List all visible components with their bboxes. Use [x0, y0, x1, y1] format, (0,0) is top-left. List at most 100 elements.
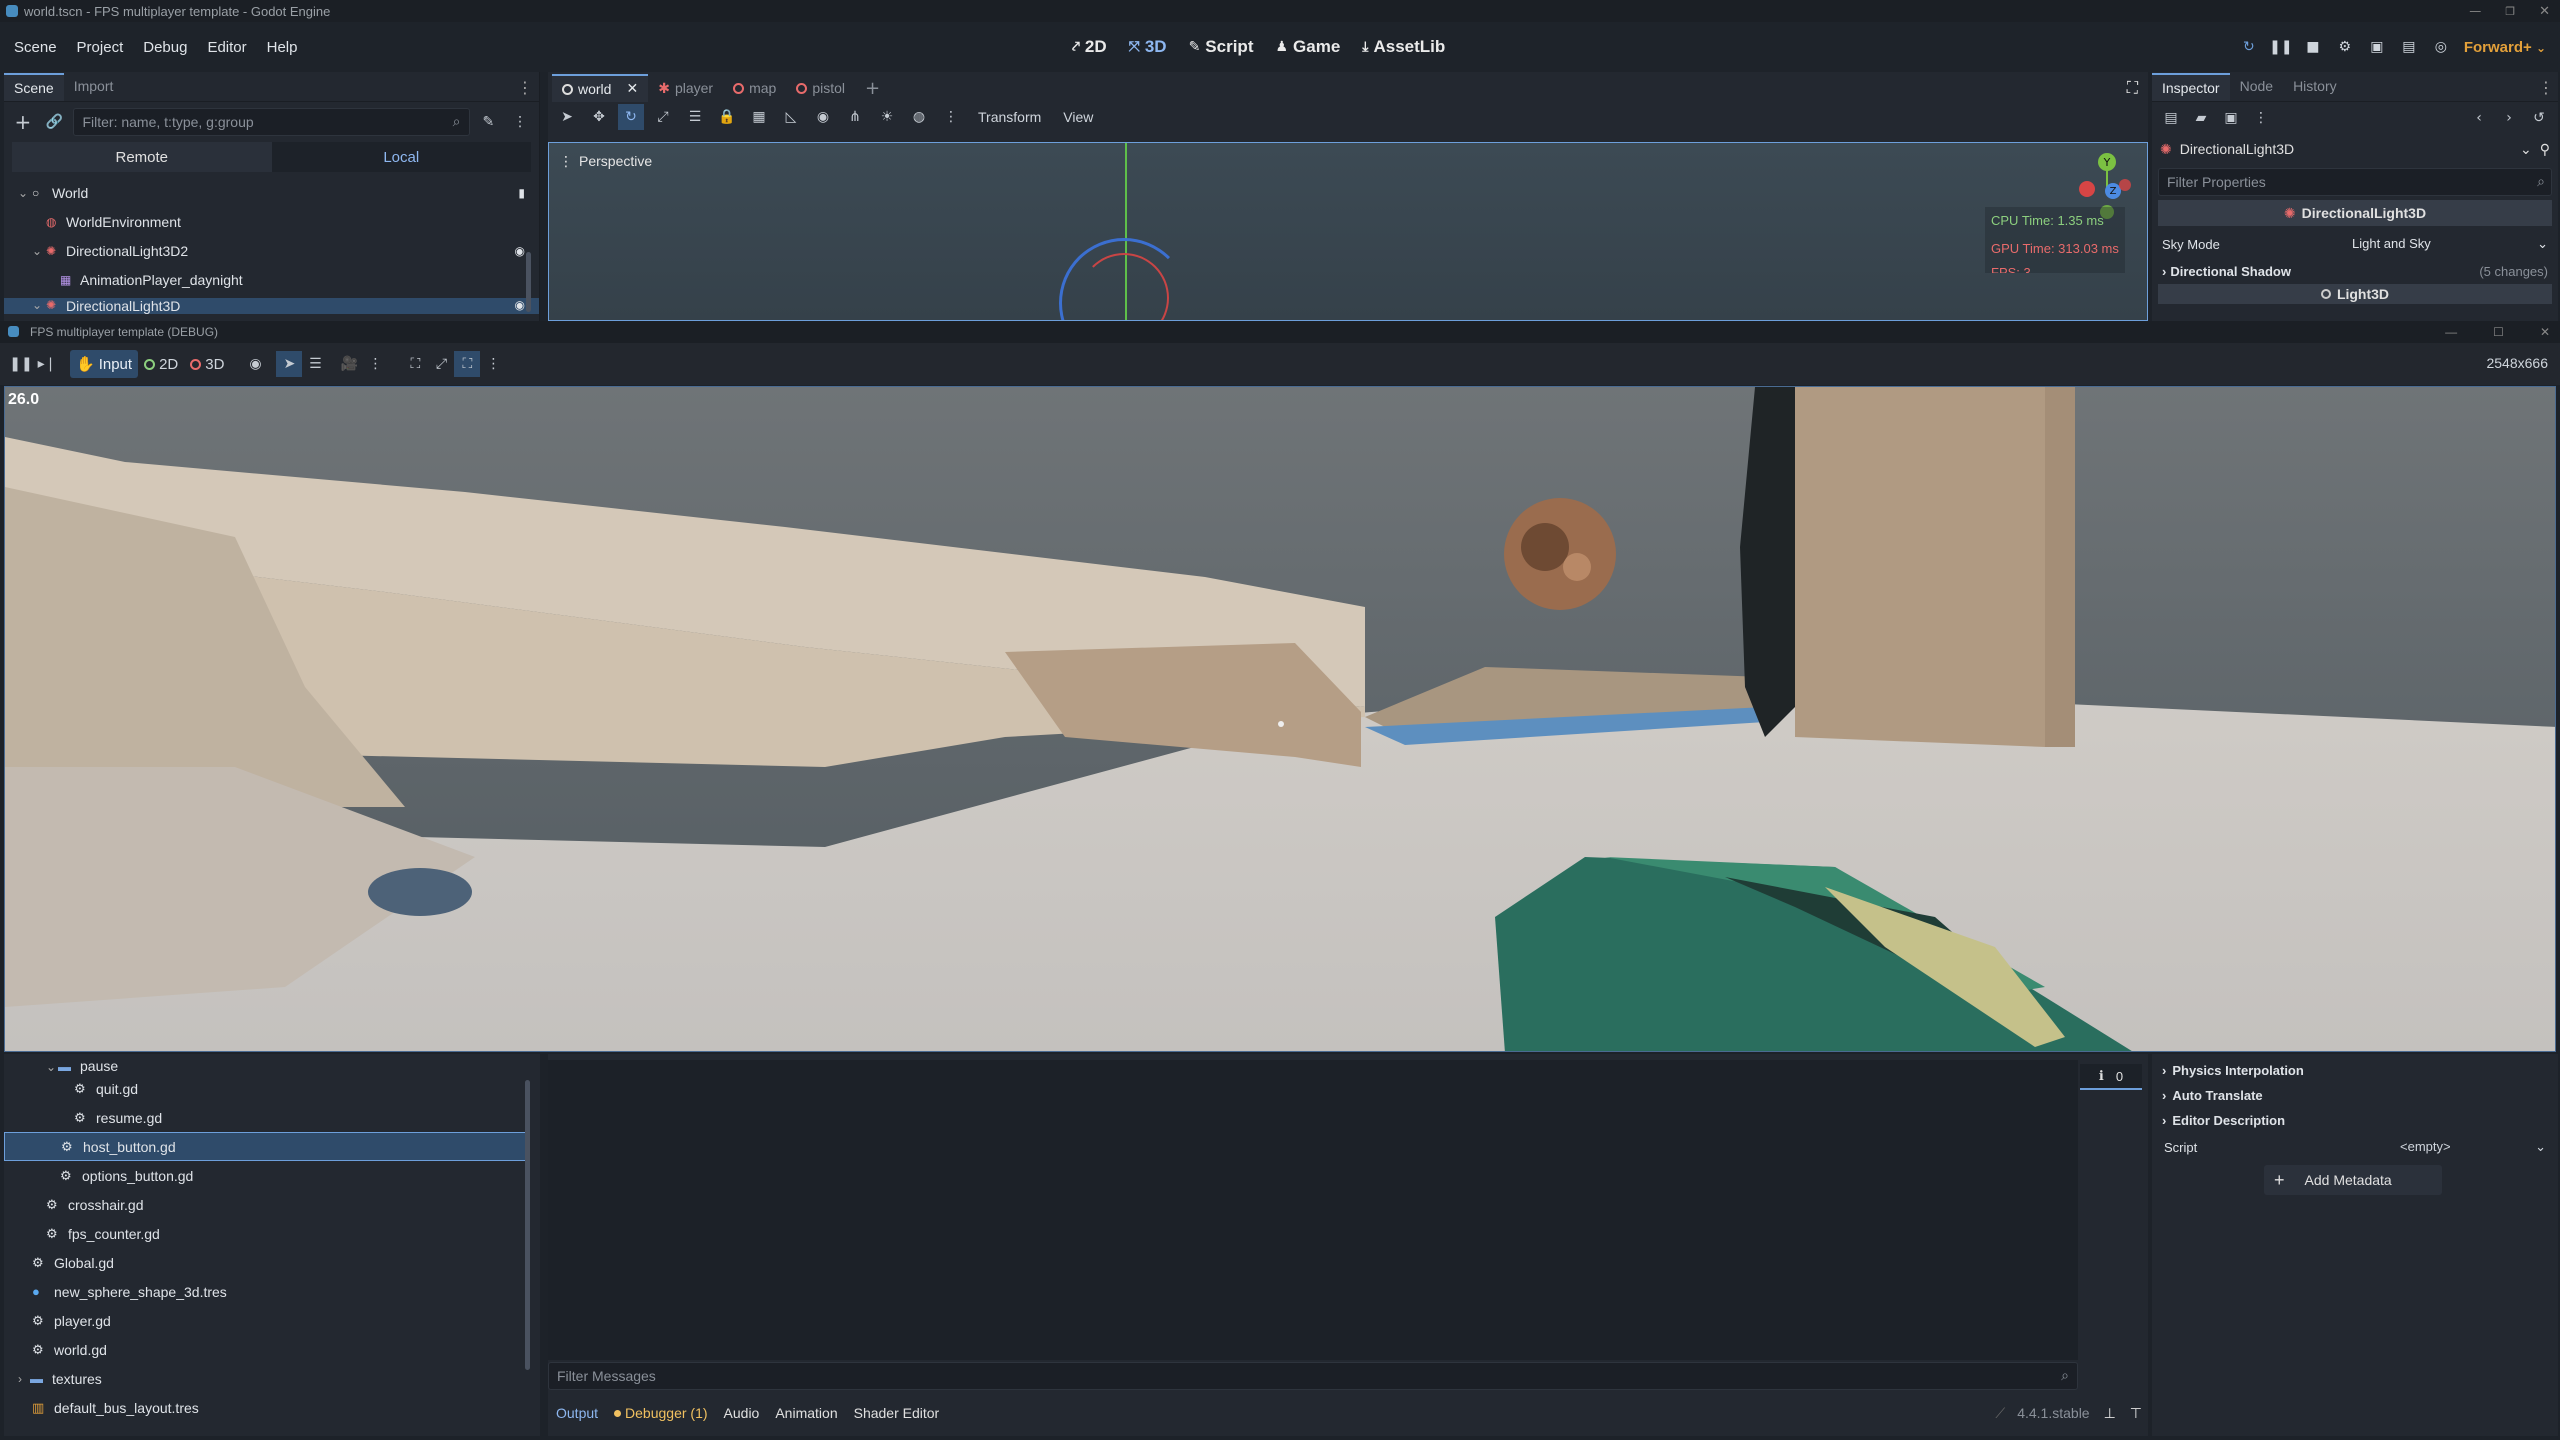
filesystem-file[interactable]: ⚙ world.gd [4, 1335, 540, 1364]
game-viewport[interactable]: 26.0 [4, 386, 2556, 1052]
scene-tree-item[interactable]: ⌄ ○ World ▮ [4, 178, 539, 207]
add-metadata-button[interactable]: + Add Metadata [2264, 1165, 2442, 1195]
menu-project[interactable]: Project [67, 39, 134, 56]
chevron-down-icon[interactable]: ⌄ [32, 298, 46, 312]
lock-icon[interactable]: 🔒 [714, 104, 740, 130]
visibility-eye-icon[interactable]: ◉ [515, 298, 525, 312]
scene-filter-input[interactable]: Filter: name, t:type, g:group ⌕ [73, 108, 470, 136]
local-space-icon[interactable]: ◉ [810, 104, 836, 130]
menu-scene[interactable]: Scene [4, 39, 67, 56]
sky-mode-select[interactable]: Light and Sky ⌄ [2352, 236, 2548, 252]
renderer-select[interactable]: Forward+ ⌄ [2464, 39, 2546, 56]
mode-game-button[interactable]: ♟ Game [1275, 37, 1340, 57]
toggle-2d[interactable]: 2D [138, 350, 184, 378]
stretch-icon[interactable]: ⤢ [428, 351, 454, 377]
inspector-section[interactable]: › Physics Interpolation [2152, 1058, 2558, 1083]
remote-tree-button[interactable]: Remote [12, 142, 272, 172]
perspective-menu[interactable]: ⋮ Perspective [559, 153, 652, 170]
maximize-icon[interactable]: ☐ [2493, 325, 2504, 339]
list-select-icon[interactable]: ☰ [682, 104, 708, 130]
history-forward-icon[interactable]: › [2496, 105, 2522, 131]
pin-icon[interactable]: ⊥ [2104, 1405, 2116, 1422]
filesystem-file[interactable]: ● new_sphere_shape_3d.tres [4, 1277, 540, 1306]
play-custom-icon[interactable]: ▤ [2400, 38, 2418, 56]
script-icon[interactable]: ▮ [518, 186, 525, 200]
output-log[interactable] [548, 1060, 2078, 1360]
chevron-down-icon[interactable]: ⌄ [18, 186, 32, 200]
snap-icon[interactable]: ⋔ [842, 104, 868, 130]
inspector-object-selector[interactable]: ✺ DirectionalLight3D ⌄ ⚲ [2152, 134, 2558, 164]
pause-icon[interactable]: ❚❚ [2269, 38, 2292, 56]
object-menu-icon[interactable]: ⚲ [2540, 141, 2550, 158]
mode-3d-button[interactable]: ⤧ 3D [1129, 37, 1167, 57]
close-tab-icon[interactable]: ✕ [626, 81, 638, 97]
mode-script-button[interactable]: ✎ Script [1189, 37, 1254, 57]
tab-inspector[interactable]: Inspector [2152, 73, 2230, 101]
tab-import[interactable]: Import [64, 73, 124, 101]
minimize-icon[interactable]: — [2445, 325, 2457, 339]
tab-history[interactable]: History [2283, 73, 2347, 101]
filesystem-file[interactable]: ⚙ host_button.gd [4, 1132, 526, 1161]
filesystem-folder[interactable]: ⌄ ▬ pause [4, 1056, 540, 1074]
group-icon[interactable]: ▦ [746, 104, 772, 130]
chevron-down-icon[interactable]: ⌄ [32, 244, 46, 258]
inspector-menu-icon[interactable]: ⋮ [2248, 105, 2274, 131]
sun-preview-icon[interactable]: ☀ [874, 104, 900, 130]
fixed-size-icon[interactable]: ⛶ [454, 351, 481, 377]
reload-icon[interactable]: ↻ [2240, 38, 2258, 56]
inspector-section[interactable]: › Auto Translate [2152, 1083, 2558, 1108]
menu-help[interactable]: Help [257, 39, 308, 56]
instance-scene-icon[interactable]: 🔗 [42, 109, 68, 135]
scene-tab-map[interactable]: map [723, 74, 786, 102]
editor-3d-viewport[interactable]: ⋮ Perspective Y Z CPU Time: 1.35 ms GPU T… [548, 142, 2148, 321]
history-back-icon[interactable]: ‹ [2466, 105, 2492, 131]
filesystem-file[interactable]: ⚙ crosshair.gd [4, 1190, 540, 1219]
next-frame-icon[interactable]: ▸❘ [34, 351, 60, 377]
scale-tool-icon[interactable]: ⤢ [650, 104, 676, 130]
view-menu[interactable]: View [1055, 109, 1101, 125]
filesystem-file[interactable]: ⚙ player.gd [4, 1306, 540, 1335]
directional-shadow-section[interactable]: › Directional Shadow (5 changes) [2152, 258, 2558, 284]
dock-menu-icon[interactable]: ⋮ [2538, 78, 2554, 97]
minimize-icon[interactable]: — [2469, 4, 2481, 18]
chevron-right-icon[interactable]: › [18, 1372, 30, 1386]
play-scene-icon[interactable]: ▣ [2368, 38, 2386, 56]
tab-audio[interactable]: Audio [716, 1405, 768, 1421]
distraction-free-icon[interactable]: ⛶ [2127, 78, 2138, 98]
menu-editor[interactable]: Editor [197, 39, 256, 56]
local-tree-button[interactable]: Local [271, 142, 531, 172]
size-menu-icon[interactable]: ⋮ [480, 351, 506, 377]
scene-tree-item[interactable]: ⌄ ✺ DirectionalLight3D ◉ [4, 298, 539, 314]
menu-debug[interactable]: Debug [133, 39, 197, 56]
x-axis-handle[interactable] [2079, 181, 2095, 197]
ruler-icon[interactable]: ◺ [778, 104, 804, 130]
scene-tree-item[interactable]: ▦ AnimationPlayer_daynight [4, 265, 539, 294]
select-tool-icon[interactable]: ➤ [276, 351, 303, 377]
tab-debugger[interactable]: Debugger (1) [606, 1405, 716, 1421]
tab-shader-editor[interactable]: Shader Editor [846, 1405, 948, 1421]
toggle-3d[interactable]: 3D [184, 350, 230, 378]
viewport-menu-icon[interactable]: ⋮ [938, 104, 964, 130]
new-resource-icon[interactable]: ▤ [2158, 105, 2184, 131]
expand-panel-icon[interactable]: ⊤ [2130, 1405, 2142, 1422]
filesystem-folder[interactable]: › ▬ textures [4, 1364, 540, 1393]
environment-preview-icon[interactable]: ◍ [906, 104, 932, 130]
scene-tab-player[interactable]: ✱ player [648, 74, 723, 102]
rotate-tool-icon[interactable]: ↻ [618, 104, 644, 130]
mode-assetlib-button[interactable]: ⤓ AssetLib [1362, 37, 1445, 57]
movie-maker-icon[interactable]: ◎ [2432, 38, 2450, 56]
visibility-eye-icon[interactable]: ◉ [515, 244, 525, 258]
version-label[interactable]: 4.4.1.stable [2017, 1405, 2089, 1421]
restore-icon[interactable]: ❐ [2505, 5, 2515, 18]
scene-tab-world[interactable]: world ✕ [552, 74, 649, 102]
visibility-icon[interactable]: ◉ [242, 351, 268, 377]
dock-menu-icon[interactable]: ⋮ [517, 78, 533, 97]
move-tool-icon[interactable]: ✥ [586, 104, 612, 130]
script-attach-icon[interactable]: ✎ [476, 109, 502, 135]
pause-icon[interactable]: ❚❚ [8, 351, 34, 377]
scene-tree-item[interactable]: ◍ WorldEnvironment [4, 207, 539, 236]
inspector-section[interactable]: › Editor Description [2152, 1108, 2558, 1133]
chevron-down-icon[interactable]: ⌄ [46, 1060, 58, 1074]
filesystem-file[interactable]: ▥ default_bus_layout.tres [4, 1393, 540, 1422]
scene-menu-icon[interactable]: ⋮ [507, 109, 533, 135]
